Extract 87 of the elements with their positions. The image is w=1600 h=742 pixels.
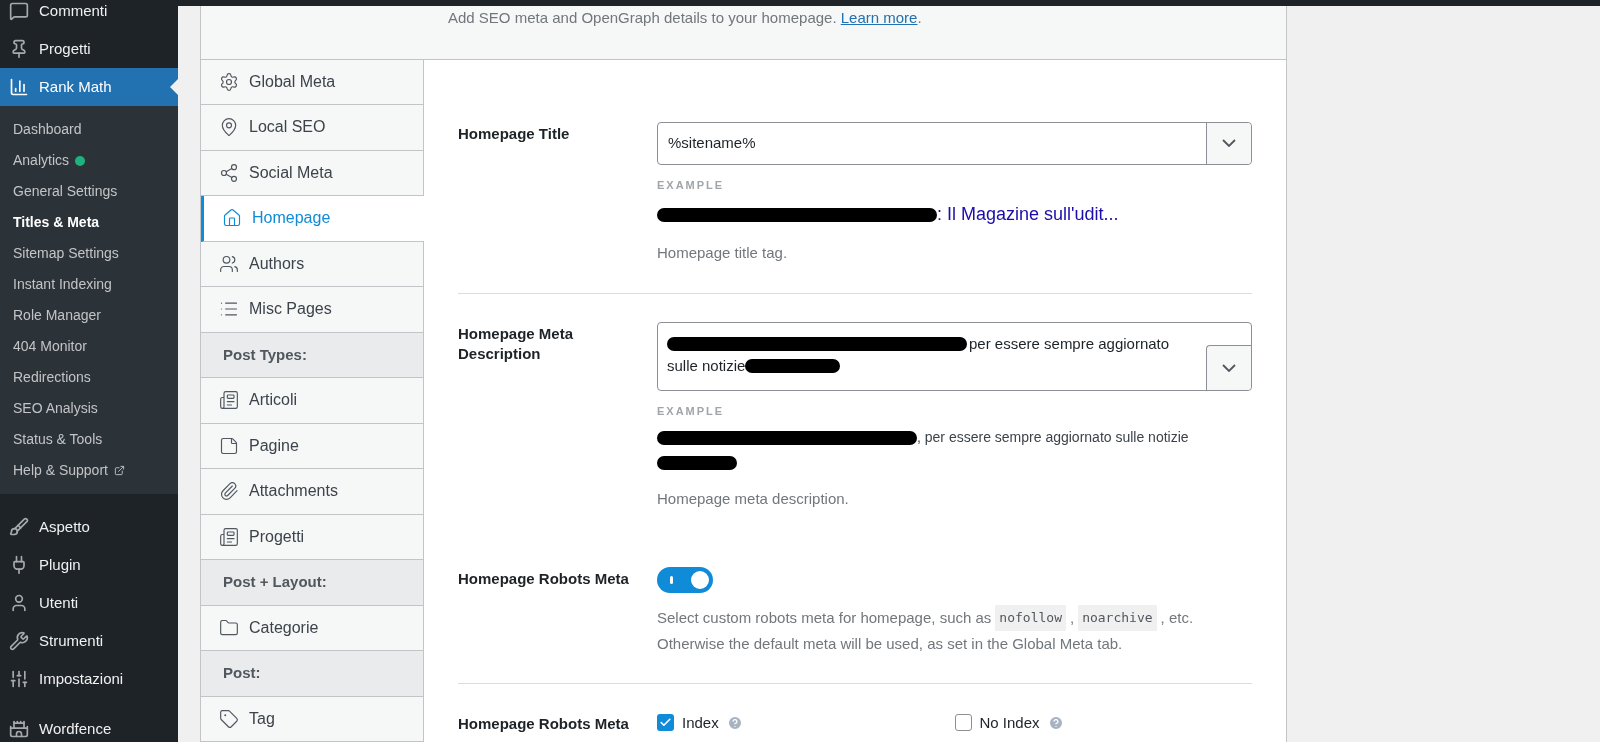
tab[interactable]: Articoli	[201, 378, 424, 424]
submenu-item[interactable]: Instant Indexing	[0, 269, 178, 300]
chevron-icon	[1222, 363, 1236, 372]
submenu-item[interactable]: Analytics	[0, 145, 178, 176]
tag-icon	[219, 708, 239, 729]
submenu-item[interactable]: General Settings	[0, 176, 178, 207]
tab[interactable]: Authors	[201, 241, 424, 287]
tab[interactable]: Global Meta	[201, 59, 424, 105]
speech-bubble-icon	[9, 1, 29, 21]
example-label: EXAMPLE	[657, 403, 726, 419]
variables-button[interactable]	[1206, 122, 1251, 164]
learn-more-link[interactable]: Learn more	[840, 8, 918, 26]
header-text: Add SEO meta and OpenGraph details to your homepage. Learn more.	[448, 8, 922, 26]
menu-item[interactable]: Rank Math	[0, 68, 178, 106]
toggle-switch[interactable]	[657, 566, 713, 593]
field-value: per essere sempre aggiornato	[969, 333, 1170, 354]
field-description: Homepage title tag.	[657, 243, 789, 263]
section-header: Post:	[201, 651, 424, 697]
field-value: %sitename%	[667, 132, 757, 153]
tab[interactable]: Tag	[201, 696, 424, 742]
submenu-item[interactable]: Dashboard	[0, 114, 178, 145]
checkbox-label: No Index	[979, 712, 1040, 733]
field-label: Homepage Meta Description	[458, 323, 575, 364]
menu-item[interactable]: Wordfence	[0, 710, 178, 742]
home-icon	[222, 208, 242, 229]
pointer-icon	[170, 79, 178, 95]
description-text: ,	[1069, 607, 1075, 628]
field-description: Homepage meta description.	[657, 489, 850, 509]
paperclip-icon	[219, 481, 239, 502]
chart-icon	[9, 77, 29, 97]
submenu-item[interactable]: 404 Monitor	[0, 331, 178, 362]
variables-button[interactable]	[1206, 344, 1251, 390]
example-label: EXAMPLE	[657, 177, 726, 193]
menu-item[interactable]: Progetti	[0, 30, 178, 68]
tab[interactable]: Local SEO	[201, 105, 424, 151]
submenu-item[interactable]: Help & Support	[0, 455, 178, 486]
menu-item[interactable]: Impostazioni	[0, 660, 178, 698]
chevron-icon	[1222, 139, 1236, 147]
section-header: Post Types:	[201, 332, 424, 378]
menu-item[interactable]: Commenti	[0, 0, 178, 30]
menu-item[interactable]: Utenti	[0, 584, 178, 622]
field-label: Homepage Robots Meta	[458, 568, 630, 589]
page-icon	[219, 435, 239, 456]
submenu-item[interactable]: Status & Tools	[0, 424, 178, 455]
example-description: , per essere sempre aggiornato sulle notizie	[917, 428, 1189, 447]
gear-icon	[219, 71, 239, 92]
code-snippet: nofollow	[995, 604, 1066, 631]
castle-icon	[9, 719, 29, 739]
field-label: Homepage Robots Meta	[458, 713, 630, 734]
field-label: Homepage Title	[458, 123, 571, 144]
pin-icon	[9, 39, 29, 59]
description-text: , etc.	[1160, 607, 1194, 628]
map-pin-icon	[219, 117, 239, 138]
code-snippet: noarchive	[1078, 604, 1157, 631]
field-value: sulle notizie	[667, 355, 746, 376]
tab[interactable]: Attachments	[201, 469, 424, 515]
submenu-item[interactable]: SEO Analysis	[0, 393, 178, 424]
wrench-icon	[9, 631, 29, 651]
document-icon	[219, 390, 239, 411]
brush-icon	[9, 517, 29, 537]
document-icon	[219, 526, 239, 547]
description-text: Select custom robots meta for homepage, such as	[657, 607, 992, 628]
help-icon	[726, 714, 743, 731]
tab[interactable]: Pagine	[201, 423, 424, 469]
user-icon	[9, 593, 29, 613]
folder-icon	[219, 617, 239, 638]
menu-item[interactable]: Plugin	[0, 546, 178, 584]
example-title: : Il Magazine sull'udit...	[937, 203, 1119, 226]
submenu-item[interactable]: Sitemap Settings	[0, 238, 178, 269]
description-text: Otherwise the default meta will be used, as set in the Global Meta tab.	[657, 633, 1124, 654]
help-icon	[1047, 714, 1064, 731]
checkbox-label: Index	[682, 712, 719, 733]
checkbox[interactable]	[657, 714, 674, 732]
submenu-item[interactable]: Titles & Meta	[0, 207, 178, 238]
tab[interactable]: Homepage	[201, 196, 424, 242]
checkbox[interactable]	[954, 714, 972, 732]
section-header: Post + Layout:	[201, 560, 424, 606]
submenu-item[interactable]: Redirections	[0, 362, 178, 393]
tab[interactable]: Misc Pages	[201, 287, 424, 333]
title-field[interactable]: %sitename%	[657, 121, 1252, 165]
share-icon	[219, 162, 239, 183]
description-field[interactable]: per essere sempre aggiornato sulle notizie	[657, 321, 1252, 391]
menu-item[interactable]: Aspetto	[0, 508, 178, 546]
submenu-item[interactable]: Role Manager	[0, 300, 178, 331]
users-icon	[219, 253, 239, 274]
menu-item[interactable]: Strumenti	[0, 622, 178, 660]
sliders-icon	[9, 669, 29, 689]
